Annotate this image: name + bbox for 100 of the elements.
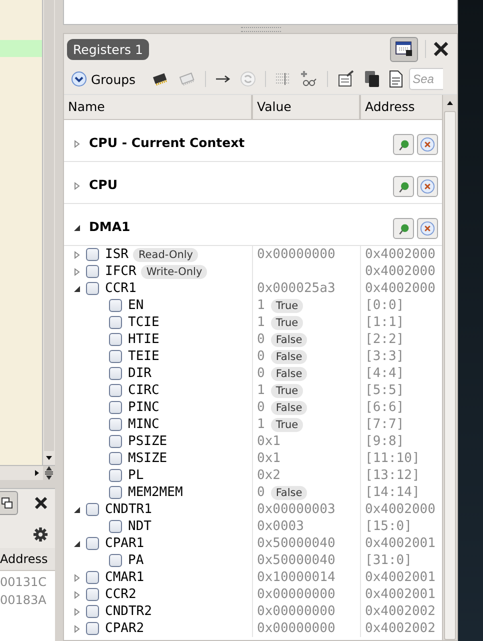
checkbox[interactable] — [109, 469, 122, 482]
column-header[interactable]: Address — [361, 95, 442, 119]
expand-icon[interactable] — [73, 574, 81, 582]
checkbox[interactable] — [86, 622, 99, 635]
address-text: 0x4002000 — [365, 264, 436, 279]
value-text: 1 — [257, 383, 265, 398]
address-text: 0x4002002 — [365, 621, 436, 636]
vertical-scrollbar[interactable] — [442, 95, 457, 640]
group-name: DMA1 — [89, 219, 130, 234]
access-tag: Read-Only — [133, 248, 198, 262]
address-text: [3:3] — [365, 349, 404, 364]
address-text: [14:14] — [365, 485, 420, 500]
collapse-icon[interactable] — [73, 506, 81, 514]
value-text: 0x50000040 — [257, 536, 336, 551]
collapse-icon[interactable] — [73, 540, 81, 548]
checkbox[interactable] — [86, 588, 99, 601]
checkbox[interactable] — [109, 435, 122, 448]
address-text: [0:0] — [365, 298, 404, 313]
search-field[interactable]: Sea — [408, 68, 443, 90]
grid-icon[interactable] — [274, 71, 291, 87]
pin-button[interactable] — [393, 176, 414, 197]
groups-button[interactable]: Groups — [71, 71, 136, 87]
expand-icon[interactable] — [73, 590, 81, 598]
access-tag: Write-Only — [141, 264, 208, 278]
value-text: 0 — [257, 366, 265, 381]
value-text: 1 — [257, 417, 265, 432]
address-text: [7:7] — [365, 417, 404, 432]
checkbox[interactable] — [109, 520, 122, 533]
register-name: CMAR1 — [105, 570, 144, 585]
remove-button[interactable] — [417, 176, 438, 197]
checkbox[interactable] — [109, 333, 122, 346]
value-text: 1 — [257, 298, 265, 313]
checkbox[interactable] — [109, 384, 122, 397]
chip-icon[interactable] — [150, 72, 169, 86]
value-text: 0x50000040 — [257, 553, 336, 568]
document-icon[interactable] — [388, 70, 403, 88]
scroll-thumb[interactable] — [444, 111, 456, 640]
address-text: 0x4002000 — [365, 502, 436, 517]
checkbox[interactable] — [86, 248, 99, 261]
value-text: 0 — [257, 400, 265, 415]
close-icon[interactable] — [34, 496, 48, 510]
settings-icon[interactable] — [33, 527, 48, 542]
collapse-icon[interactable] — [73, 284, 81, 292]
column-header[interactable]: Value — [253, 95, 361, 119]
splitter-grip[interactable] — [240, 26, 280, 32]
checkbox[interactable] — [86, 265, 99, 278]
group-name: CPU — [89, 177, 118, 192]
address-cell-text: 00131C — [0, 574, 48, 591]
add-watch-icon[interactable] — [300, 70, 318, 88]
checkbox[interactable] — [109, 350, 122, 363]
checkbox[interactable] — [109, 486, 122, 499]
flag-tag: True — [270, 316, 304, 330]
toolbar-button[interactable] — [0, 491, 18, 515]
collapse-icon[interactable] — [73, 224, 81, 232]
properties-icon[interactable] — [336, 70, 355, 88]
checkbox[interactable] — [86, 605, 99, 618]
column-header[interactable]: Address — [0, 548, 55, 571]
checkbox[interactable] — [109, 367, 122, 380]
remove-button[interactable] — [417, 134, 438, 155]
register-name: CCR2 — [105, 587, 136, 602]
checkbox[interactable] — [109, 554, 122, 567]
register-name: CCR1 — [105, 281, 136, 296]
address-text: [2:2] — [365, 332, 404, 347]
checkbox[interactable] — [86, 503, 99, 516]
arrow-right-icon[interactable] — [214, 74, 231, 84]
split-handle-icon[interactable] — [44, 466, 54, 480]
register-name: CNDTR1 — [105, 502, 152, 517]
horizontal-scrollbar[interactable] — [0, 466, 43, 480]
value-text: 0x00000000 — [257, 587, 336, 602]
value-text: 0 — [257, 485, 265, 500]
remove-button[interactable] — [417, 218, 438, 239]
checkbox[interactable] — [86, 537, 99, 550]
expand-icon[interactable] — [73, 250, 81, 258]
copy-icon[interactable] — [364, 70, 380, 88]
vertical-scrollbar[interactable] — [42, 0, 55, 465]
window-button[interactable] — [390, 36, 418, 62]
address-text: [4:4] — [365, 366, 404, 381]
checkbox[interactable] — [109, 418, 122, 431]
expand-icon[interactable] — [73, 182, 81, 190]
address-text: [15:0] — [365, 519, 412, 534]
checkbox[interactable] — [86, 282, 99, 295]
panel-tab[interactable]: Registers 1 — [67, 38, 149, 60]
expand-icon[interactable] — [73, 608, 81, 616]
value-text: 0x00000000 — [257, 604, 336, 619]
register-name: MSIZE — [128, 451, 168, 466]
column-header[interactable]: Name — [64, 95, 253, 119]
pin-button[interactable] — [393, 218, 414, 239]
checkbox[interactable] — [109, 401, 122, 414]
expand-icon[interactable] — [73, 624, 81, 632]
checkbox[interactable] — [109, 452, 122, 465]
expand-icon[interactable] — [73, 268, 81, 276]
address-text: [6:6] — [365, 400, 404, 415]
pin-button[interactable] — [393, 134, 414, 155]
expand-icon[interactable] — [73, 140, 81, 148]
group-name: CPU - Current Context — [89, 135, 245, 150]
checkbox[interactable] — [86, 571, 99, 584]
checkbox[interactable] — [109, 316, 122, 329]
register-name: PL — [128, 468, 144, 483]
close-icon[interactable] — [433, 41, 449, 57]
checkbox[interactable] — [109, 299, 122, 312]
